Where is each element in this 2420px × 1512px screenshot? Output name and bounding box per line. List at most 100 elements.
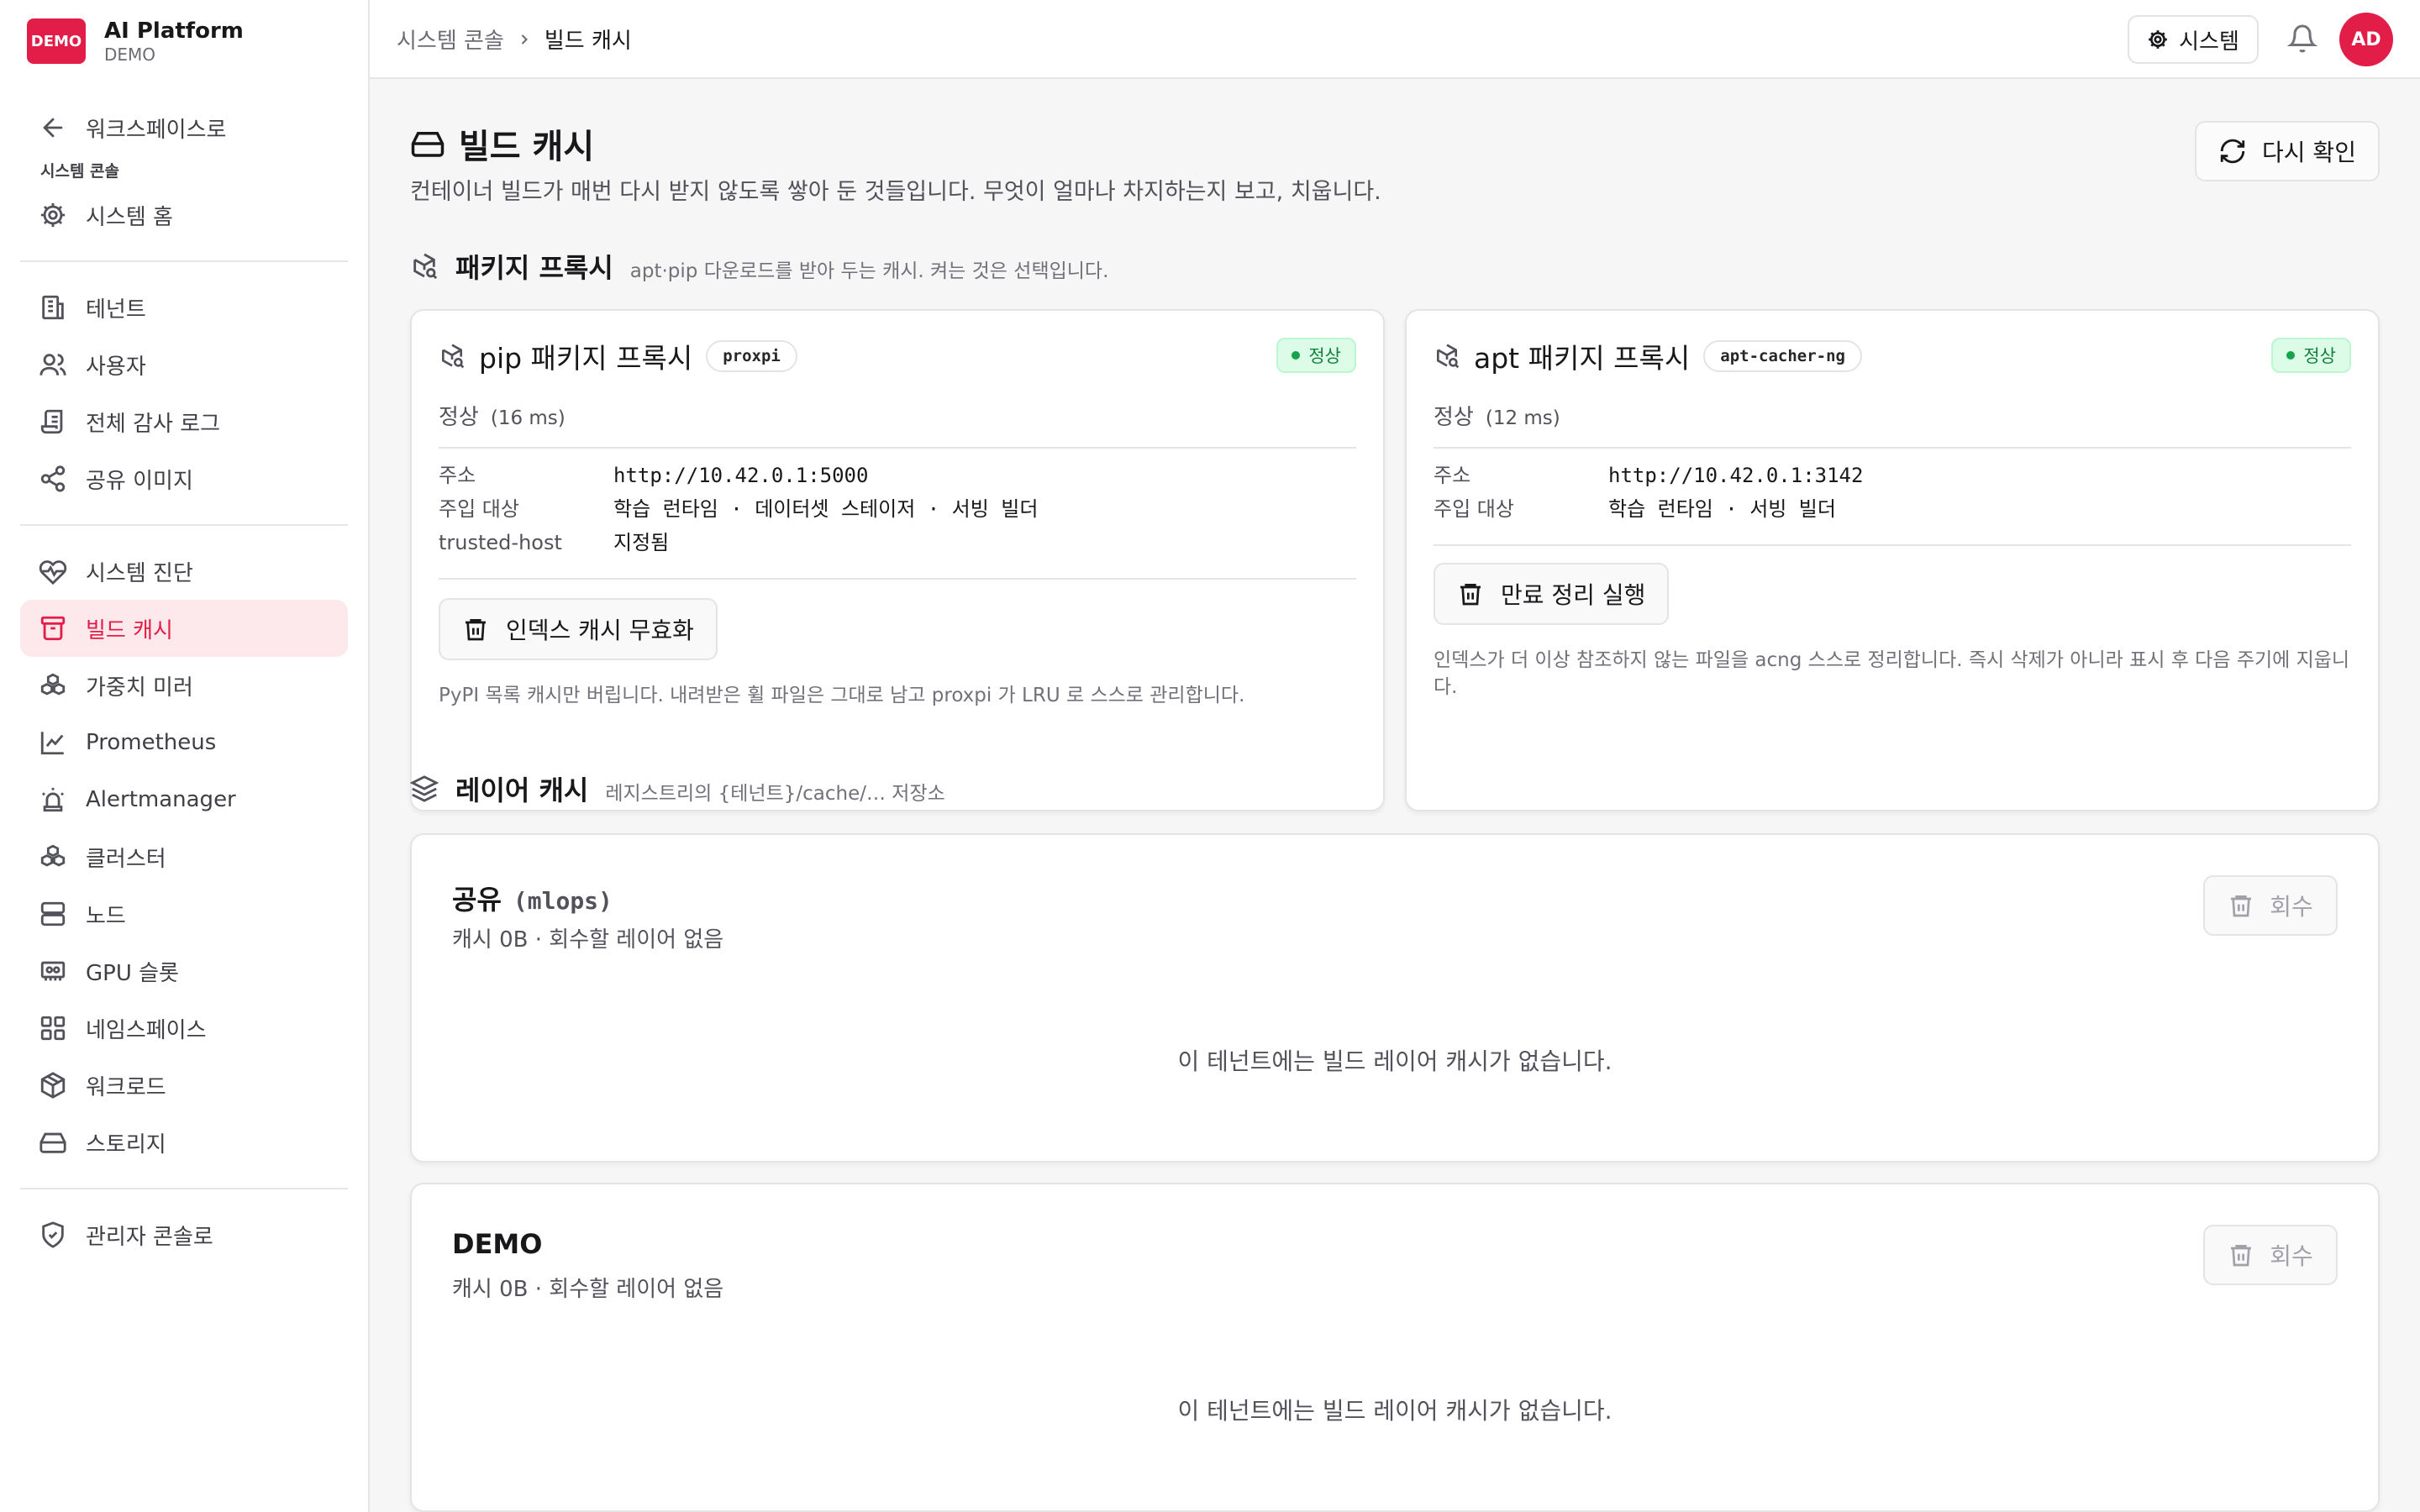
grid-icon [40,1016,66,1041]
layers-icon [410,775,439,802]
sidebar-item-label: 공유 이미지 [86,468,193,494]
sidebar-section-label: 시스템 콘솔 [40,162,120,181]
system-menu-button[interactable]: 시스템 [2128,15,2259,64]
shield-check-icon [42,1221,64,1248]
status-dot [2286,351,2296,360]
health-status: 정상 (16 ms) [439,400,566,431]
main-content: 빌드 캐시 컨테이너 빌드가 매번 다시 받지 않도록 쌓아 둔 것들입니다. … [410,79,2380,1512]
sidebar-item-alertmanager[interactable]: Alertmanager [20,771,348,828]
address-row: 주소 http://10.42.0.1:3142 [1434,459,1863,492]
health-label: 정상 [1434,405,1474,430]
chevron-right-icon [521,34,528,45]
page-description: 컨테이너 빌드가 매번 다시 받지 않도록 쌓아 둔 것들입니다. 무엇이 얼마… [410,179,1381,205]
sidebar-item-tenants[interactable]: 테넌트 [20,279,348,336]
line-chart-icon [40,732,64,755]
brand-subtitle: DEMO [104,45,156,65]
apt-proxy-card: apt 패키지 프록시 apt-cacher-ng 정상 정상 (12 ms) … [1405,309,2380,811]
empty-state-message: 이 테넌트에는 빌드 레이어 캐시가 없습니다. [1177,1047,1612,1075]
health-status: 정상 (12 ms) [1434,400,1560,431]
sidebar-item-shared-images[interactable]: 공유 이미지 [20,450,348,507]
layer-section-subtitle: 레지스트리의 {테넌트}/cache/… 저장소 [605,783,945,805]
card-title: pip 패키지 프록시 [479,342,693,375]
status-dot [1292,351,1301,360]
sidebar-item-label: Prometheus [86,730,217,755]
sidebar-item-admin-console[interactable]: 관리자 콘솔로 [20,1206,348,1263]
sidebar-item-users[interactable]: 사용자 [20,336,348,393]
system-menu-label: 시스템 [2179,29,2239,55]
reclaim-button-label: 회수 [2270,1242,2313,1270]
reclaim-button[interactable]: 회수 [2203,875,2338,936]
status-badge: 정상 [2271,338,2351,373]
sidebar-item-label: 관리자 콘솔로 [86,1224,213,1250]
arrow-left-icon [43,118,63,138]
sidebar-item-namespaces[interactable]: 네임스페이스 [20,1000,348,1057]
brand[interactable]: DEMO AI Platform DEMO [27,18,244,65]
page-title-text: 빌드 캐시 [459,128,595,166]
proxy-tag: apt-cacher-ng [1703,340,1862,372]
sidebar-item-label: 사용자 [86,354,146,380]
inject-targets-key: 주입 대상 [1434,497,1514,521]
brand-title: AI Platform [104,18,244,44]
divider [439,578,1356,580]
tenant-title: 공유 (mlops) [452,879,613,917]
trash-icon [2231,895,2252,917]
bell-icon[interactable] [2287,24,2317,54]
avatar[interactable]: AD [2339,13,2393,66]
gear-icon [2149,30,2167,49]
sidebar-item-label: 워크로드 [86,1074,166,1100]
package-icon [40,1072,66,1099]
inject-targets-key: 주입 대상 [439,497,519,521]
breadcrumb-current: 빌드 캐시 [544,29,632,54]
card-note: 인덱스가 더 이상 참조하지 않는 파일을 acng 스스로 정리합니다. 즉시… [1434,649,2350,698]
reclaim-button[interactable]: 회수 [2203,1225,2338,1285]
invalidate-index-cache-button[interactable]: 인덱스 캐시 무효화 [439,598,718,660]
run-expiry-cleanup-button[interactable]: 만료 정리 실행 [1434,563,1670,625]
sidebar-item-system-home[interactable]: 시스템 홈 [20,186,348,244]
sidebar-item-build-cache[interactable]: 빌드 캐시 [20,600,348,657]
proxy-tag: proxpi [706,340,797,372]
action-button-label: 만료 정리 실행 [1501,581,1646,609]
server-icon [40,901,66,927]
card-header: pip 패키지 프록시 proxpi [439,336,797,376]
sidebar-item-gpu-slots[interactable]: GPU 슬롯 [20,942,348,1000]
tenant-name: 공유 [452,884,502,916]
health-label: 정상 [439,405,479,430]
sidebar-item-workloads[interactable]: 워크로드 [20,1057,348,1114]
sidebar-item-back-to-workspace[interactable]: 워크스페이스로 [20,99,348,156]
sidebar-item-storage[interactable]: 스토리지 [20,1114,348,1171]
sidebar-item-nodes[interactable]: 노드 [20,885,348,942]
action-button-label: 인덱스 캐시 무효화 [506,617,694,644]
hard-drive-icon [411,132,445,157]
sidebar-item-system-diagnostics[interactable]: 시스템 진단 [20,543,348,600]
sidebar-item-label: 워크스페이스로 [86,117,227,143]
recheck-button[interactable]: 다시 확인 [2195,121,2380,181]
trusted-host-value: 지정됨 [613,531,670,554]
tenant-name: DEMO [452,1228,543,1260]
sidebar-divider [20,1188,348,1189]
sidebar-item-label: 빌드 캐시 [86,617,173,643]
address-value: http://10.42.0.1:5000 [613,464,869,487]
breadcrumb-system-console[interactable]: 시스템 콘솔 [397,24,504,55]
sidebar-item-audit-log[interactable]: 전체 감사 로그 [20,393,348,450]
page-title: 빌드 캐시 [410,119,594,168]
sidebar-item-weight-mirror[interactable]: 가중치 미러 [20,657,348,714]
tenant-title: DEMO [452,1228,554,1260]
sidebar-item-clusters[interactable]: 클러스터 [20,828,348,885]
sidebar-item-prometheus[interactable]: Prometheus [20,714,348,771]
proxy-section-subtitle: apt·pip 다운로드를 받아 두는 캐시. 켜는 것은 선택입니다. [629,260,1109,282]
cache-summary: 캐시 0B · 회수할 레이어 없음 [452,1277,724,1302]
hard-drive-icon [39,1132,66,1153]
inject-targets-value: 학습 런타임 · 데이터셋 스테이저 · 서빙 빌더 [613,497,1039,521]
sidebar-item-label: 스토리지 [86,1131,166,1158]
proxy-section-title: 패키지 프록시 [455,252,613,284]
trusted-host-row: trusted-host 지정됨 [439,526,669,559]
refresh-icon [2220,139,2245,164]
inject-targets-row: 주입 대상 학습 런타임 · 서빙 빌더 [1434,492,1836,526]
proxy-section-header: 패키지 프록시 apt·pip 다운로드를 받아 두는 캐시. 켜는 것은 선택… [410,247,1108,286]
sidebar-item-label: Alertmanager [86,787,236,812]
reclaim-button-label: 회수 [2270,893,2313,921]
cache-summary: 캐시 0B · 회수할 레이어 없음 [452,927,724,953]
trash-icon [466,619,486,641]
breadcrumb: 시스템 콘솔 빌드 캐시 [397,24,632,55]
sidebar-item-label: 클러스터 [86,846,166,872]
